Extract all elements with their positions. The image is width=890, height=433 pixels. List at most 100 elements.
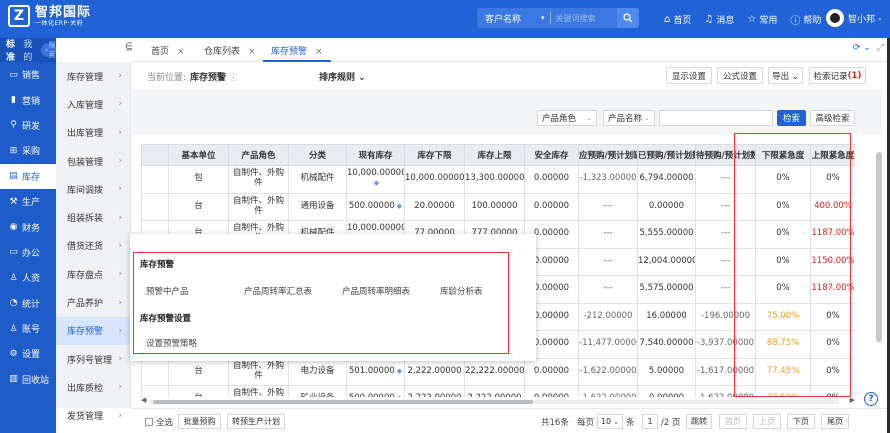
tab-stock-warning[interactable]: 库存预警 ×	[271, 44, 323, 57]
sidebar-item-marketing[interactable]: ▮ 营销	[0, 87, 56, 112]
submenu-item[interactable]: 出库质检 ›	[56, 373, 130, 401]
vertical-scrollbar[interactable]	[875, 140, 883, 405]
help-icon[interactable]: ?	[864, 392, 878, 406]
column-header[interactable]: 产品角色	[228, 144, 289, 166]
close-icon[interactable]: ×	[177, 47, 185, 57]
submenu-item[interactable]: 库存管理 ›	[56, 62, 130, 90]
column-header[interactable]: 已预购/预计划数	[637, 144, 696, 166]
sidebar-item-hr[interactable]: ♙ 人资	[0, 265, 56, 290]
sidebar-item-inventory[interactable]: ▤ 库存	[0, 163, 56, 189]
first-page-button[interactable]: 首页	[719, 414, 747, 429]
last-page-button[interactable]: 尾页	[821, 414, 849, 429]
user-menu[interactable]: 智小邦 ⌄	[826, 9, 883, 27]
search-record-button[interactable]: 检索记录 (1)	[809, 67, 866, 84]
column-header[interactable]: 分类	[288, 144, 347, 166]
tab-home[interactable]: 首页 ×	[151, 44, 185, 57]
sidebar-search-input[interactable]: ⌕ 搜索	[40, 41, 57, 59]
scroll-left-icon[interactable]: ◀	[141, 396, 146, 404]
per-page-select[interactable]: 10 ⌄	[597, 414, 623, 429]
search-submit-button[interactable]: 检索	[777, 110, 806, 126]
column-header[interactable]: 现有库存	[346, 144, 405, 166]
popup-link-age-analysis[interactable]: 库龄分析表	[440, 285, 483, 297]
submenu-item[interactable]: 库存盘点 ›	[56, 260, 130, 288]
submenu-item-active[interactable]: 库存预警 ›	[56, 316, 130, 345]
table-row[interactable]: 台 自制件、外购件 通用设备 500.00000 ◆ 20.00000 100.00000 0…	[141, 192, 855, 221]
submenu-item[interactable]: 组装拆装 ›	[56, 203, 130, 231]
menu-toggle-icon[interactable]: ⋸	[125, 42, 133, 52]
popup-link-warning-products[interactable]: 预警中产品	[146, 285, 189, 297]
keyword-input[interactable]: 关键词搜索	[556, 13, 617, 24]
stock-detail-icon[interactable]: ◆	[397, 394, 402, 397]
product-name-select[interactable]: 产品名称 ⌄	[603, 110, 655, 126]
column-header[interactable]: 应预购/预计划缺	[578, 144, 638, 166]
tab-warehouse-list[interactable]: 仓库列表 ×	[204, 44, 256, 57]
sidebar-item-finance[interactable]: ◉ 财务	[0, 214, 56, 239]
popup-link-turnover-summary[interactable]: 产品周转率汇总表	[244, 285, 312, 297]
close-icon[interactable]: ×	[315, 47, 323, 57]
select-all-checkbox[interactable]: 全选	[145, 416, 173, 428]
sort-rule-dropdown[interactable]: 排序规则 ⌄	[319, 70, 366, 83]
submenu-item[interactable]: 库间调拨 ›	[56, 175, 130, 203]
nav-home[interactable]: ⌂ 首页	[664, 12, 691, 27]
refresh-icon[interactable]: ⟳ ⌄	[853, 43, 871, 53]
nav-help[interactable]: ⓘ 帮助	[790, 12, 821, 27]
column-header[interactable]: 上限紧急度	[810, 144, 855, 166]
column-header[interactable]: 待预购/预计划数	[695, 144, 756, 166]
sidebar-item-account[interactable]: ♙ 账号	[0, 316, 56, 341]
expand-icon[interactable]: ⤢	[877, 43, 884, 53]
submenu-item[interactable]: 出库管理 ›	[56, 119, 130, 147]
tab-mine[interactable]: 我的	[23, 37, 34, 63]
next-page-button[interactable]: 下页	[787, 414, 815, 429]
column-header[interactable]: 库存下限	[404, 144, 465, 166]
scroll-thumb[interactable]	[153, 400, 533, 404]
convert-plan-button[interactable]: 转预生产计划	[227, 414, 285, 429]
sidebar-item-purchase[interactable]: ⊞ 采购	[0, 138, 56, 163]
sidebar-item-production[interactable]: ⚒ 生产	[0, 189, 56, 214]
filter-keyword-input[interactable]	[659, 110, 773, 126]
submenu-item[interactable]: 包装管理 ›	[56, 147, 130, 175]
scroll-right-icon[interactable]: ▶	[850, 396, 855, 404]
product-role-select[interactable]: 产品角色 ⌄	[537, 110, 597, 126]
sidebar-item-recycle[interactable]: ▥ 回收站	[0, 367, 56, 392]
formula-settings-button[interactable]: 公式设置	[717, 67, 763, 84]
batch-prepurchase-button[interactable]: 批量预购	[178, 414, 221, 429]
sidebar-item-settings[interactable]: ⚙ 设置	[0, 341, 56, 366]
sidebar-item-stats[interactable]: ◔ 统计	[0, 291, 56, 316]
column-header[interactable]: 下限紧急度	[755, 144, 811, 166]
popup-link-turnover-detail[interactable]: 产品周转率明细表	[342, 285, 410, 297]
search-button[interactable]	[617, 8, 639, 28]
column-header[interactable]: 库存上限	[464, 144, 525, 166]
stock-detail-icon[interactable]: ◆	[374, 179, 379, 187]
info-icon[interactable]: ⓘ	[229, 73, 237, 82]
sidebar-item-rnd[interactable]: ⚲ 研发	[0, 113, 56, 138]
advanced-search-button[interactable]: 高级检索	[810, 110, 855, 126]
display-settings-button[interactable]: 显示设置	[666, 67, 712, 84]
nav-messages[interactable]: ♫ 消息	[704, 12, 734, 27]
sidebar-item-sales[interactable]: ▭ 销售	[0, 62, 56, 87]
column-header[interactable]: 安全库存	[524, 144, 579, 166]
prev-page-button[interactable]: 上页	[753, 414, 781, 429]
scroll-thumb[interactable]	[876, 152, 882, 342]
submenu-item[interactable]: 入库管理 ›	[56, 90, 130, 118]
export-button[interactable]: 导出 ⌄	[768, 67, 803, 84]
sidebar-item-office[interactable]: ▭ 办公	[0, 240, 56, 265]
stock-detail-icon[interactable]: ◆	[397, 367, 402, 375]
jump-button[interactable]: 跳转	[686, 414, 712, 429]
tab-standard[interactable]: 标准	[0, 37, 17, 63]
nav-favorites[interactable]: ☆ 常用	[747, 12, 777, 27]
page-input[interactable]: 1	[642, 414, 658, 429]
submenu-item[interactable]: 借货还货 ›	[56, 232, 130, 260]
submenu-item[interactable]: 发货管理 ›	[56, 402, 130, 430]
submenu-item[interactable]: 产品养护 ›	[56, 288, 130, 316]
popup-link-warning-strategy[interactable]: 设置预警策略	[146, 337, 197, 349]
horizontal-scrollbar[interactable]: ◀ ▶	[141, 396, 855, 406]
brand-logo[interactable]: Z 智邦国际 一体化ERP·关府	[8, 5, 91, 27]
stock-detail-icon[interactable]: ◆	[397, 202, 402, 210]
table-row[interactable]: 台自制件、外购件 电力设备 501.00000 ◆ 2,222.00000 22,222.…	[141, 357, 855, 386]
submenu-item[interactable]: 序列号管理 ›	[56, 345, 130, 373]
close-icon[interactable]: ×	[248, 47, 256, 57]
table-row[interactable]: 台自制件、外购件矿业设备500.00000◆2,222.000002,222.0…	[141, 385, 855, 397]
table-row[interactable]: 包自制件、外购件 机械配件 10,000.00000 ◆ 10,000.00000 13,…	[141, 165, 855, 194]
column-header[interactable]: 基本单位	[168, 144, 229, 166]
customer-select[interactable]: 客户名称	[477, 12, 541, 25]
